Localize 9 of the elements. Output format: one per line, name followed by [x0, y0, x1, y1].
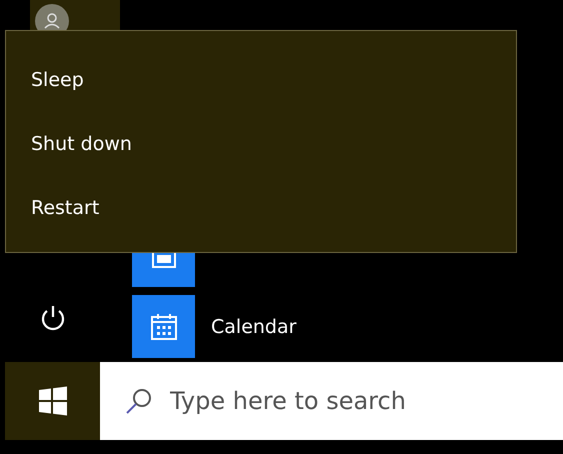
menu-item[interactable]: Restart: [6, 176, 100, 240]
menu-item[interactable]: Sleep: [6, 48, 84, 112]
windows-logo-icon: [36, 385, 68, 417]
search-field[interactable]: Type here to search: [100, 362, 563, 440]
menu-item[interactable]: Shut down: [6, 112, 132, 176]
start-button[interactable]: [5, 362, 100, 440]
app-tile-icon: [132, 295, 195, 358]
app-name: Calendar: [211, 316, 296, 338]
app-list-item[interactable]: Calendar: [132, 295, 296, 358]
